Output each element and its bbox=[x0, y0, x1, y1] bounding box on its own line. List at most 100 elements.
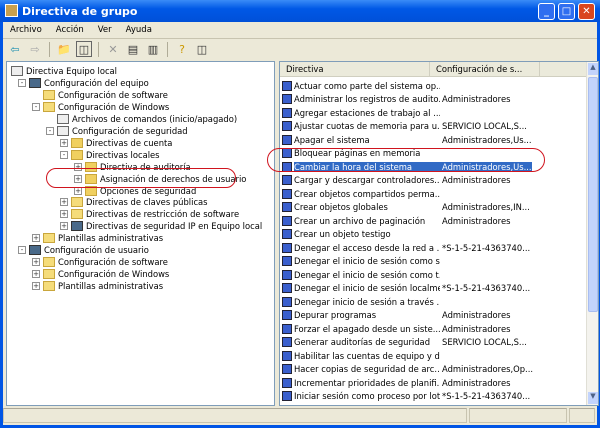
list-row[interactable]: Administrar los registros de audito... Ad… bbox=[282, 93, 588, 106]
up-folder-icon[interactable]: 📁 bbox=[56, 41, 72, 57]
minimize-button[interactable]: _ bbox=[538, 3, 555, 20]
tree-item[interactable]: Configuración de Windows bbox=[43, 268, 169, 280]
list-row[interactable]: Crear un objeto testigo bbox=[282, 228, 588, 241]
tree-item-label: Directivas locales bbox=[86, 149, 160, 160]
list-row[interactable]: Denegar el inicio de sesión como s... bbox=[282, 255, 588, 268]
column-directiva[interactable]: Directiva bbox=[280, 62, 430, 76]
tree-item[interactable]: Directivas de restricción de software bbox=[71, 208, 239, 220]
expand-toggle[interactable]: - bbox=[46, 126, 54, 135]
delete-icon[interactable]: ✕ bbox=[105, 41, 121, 57]
list-row[interactable]: Forzar el apagado desde un siste... Admin… bbox=[282, 322, 588, 335]
menu-accion[interactable]: Acción bbox=[49, 25, 91, 35]
list-row[interactable]: Actuar como parte del sistema op... bbox=[282, 79, 588, 92]
policy-name: Generar auditorías de seguridad bbox=[294, 337, 431, 347]
expand-toggle[interactable]: - bbox=[18, 246, 26, 255]
policy-icon bbox=[282, 229, 292, 239]
menu-ver[interactable]: Ver bbox=[91, 25, 119, 35]
forward-arrow-icon[interactable]: ⇨ bbox=[27, 41, 43, 57]
list-row[interactable]: Denegar el inicio de sesión como t... bbox=[282, 268, 588, 281]
list-row[interactable]: Crear un archivo de paginación Administra… bbox=[282, 214, 588, 227]
policy-name: Crear objetos compartidos perma... bbox=[294, 188, 440, 199]
policy-setting: Administradores,IN... bbox=[442, 202, 530, 212]
policy-icon bbox=[282, 323, 292, 334]
list-row[interactable]: Crear objetos compartidos perma... bbox=[282, 187, 588, 200]
list-row[interactable]: Habilitar las cuentas de equipo y d... bbox=[282, 349, 588, 362]
policy-icon bbox=[282, 215, 292, 226]
vertical-scrollbar[interactable]: ▲ ▼ bbox=[586, 62, 598, 405]
scroll-down-icon[interactable]: ▼ bbox=[588, 392, 598, 404]
expand-toggle[interactable]: + bbox=[32, 270, 40, 279]
list-row[interactable]: Denegar el acceso desde la red a ... *S-1… bbox=[282, 241, 588, 254]
list-row[interactable]: Depurar programas Administradores bbox=[282, 309, 588, 322]
tree-item[interactable]: Directivas de claves públicas bbox=[71, 196, 208, 208]
tree-item-label: Directiva Equipo local bbox=[26, 66, 118, 76]
tree-item[interactable]: Configuración del equipo bbox=[29, 77, 149, 89]
policy-setting: SERVICIO LOCAL,S... bbox=[442, 337, 527, 347]
tree-item-label: Directivas de seguridad IP en Equipo loc… bbox=[86, 221, 263, 232]
list-row[interactable]: Iniciar sesión como servicioServicio de … bbox=[282, 403, 588, 405]
folder-icon bbox=[43, 281, 55, 292]
expand-toggle[interactable]: + bbox=[60, 138, 68, 147]
help-icon[interactable]: ? bbox=[174, 41, 190, 57]
policy-setting: *S-1-5-21-4363740... bbox=[442, 391, 531, 401]
close-button[interactable]: ✕ bbox=[578, 3, 595, 20]
policy-name: Habilitar las cuentas de equipo y d... bbox=[294, 350, 440, 361]
scroll-up-icon[interactable]: ▲ bbox=[588, 63, 598, 75]
list-row[interactable]: Agregar estaciones de trabajo al ... bbox=[282, 106, 588, 119]
policy-name: Ajustar cuotas de memoria para u... bbox=[294, 121, 440, 131]
tree-item[interactable]: Directivas locales bbox=[71, 149, 160, 161]
list-row[interactable]: Cargar y descargar controladores... Admin… bbox=[282, 174, 588, 187]
list-row[interactable]: Ajustar cuotas de memoria para u... SERVI… bbox=[282, 120, 588, 133]
tree-item-label: Configuración del equipo bbox=[44, 77, 149, 88]
pc-icon bbox=[29, 77, 41, 88]
policy-name: Crear un objeto testigo bbox=[294, 229, 391, 239]
expand-toggle[interactable]: - bbox=[32, 102, 40, 111]
list-row[interactable]: Generar auditorías de seguridad SERVICIO … bbox=[282, 336, 588, 349]
policy-name: Administrar los registros de audito... bbox=[294, 94, 440, 104]
title-bar[interactable]: Directiva de grupo _ □ ✕ bbox=[0, 0, 600, 22]
console-tree-icon[interactable]: ◫ bbox=[194, 41, 210, 57]
expand-toggle[interactable]: + bbox=[32, 258, 40, 267]
tree-item[interactable]: Directiva Equipo local bbox=[11, 65, 117, 77]
tree-item[interactable]: Archivos de comandos (inicio/apagado) bbox=[57, 113, 237, 125]
properties-icon[interactable]: ▤ bbox=[125, 41, 141, 57]
export-icon[interactable]: ▥ bbox=[145, 41, 161, 57]
list-row[interactable]: Crear objetos globales Administradores,IN… bbox=[282, 201, 588, 214]
expand-toggle[interactable]: + bbox=[60, 198, 68, 207]
back-arrow-icon[interactable]: ⇦ bbox=[7, 41, 23, 57]
menu-archivo[interactable]: Archivo bbox=[3, 25, 49, 35]
list-row[interactable]: Incrementar prioridades de planifi... Adm… bbox=[282, 376, 588, 389]
tree-item[interactable]: Directivas de seguridad IP en Equipo loc… bbox=[71, 220, 262, 232]
list-row[interactable]: Denegar inicio de sesión a través ... bbox=[282, 295, 588, 308]
list-row[interactable]: Iniciar sesión como proceso por lotes *S-… bbox=[282, 390, 588, 403]
list-row[interactable]: Denegar el inicio de sesión localme... *S… bbox=[282, 282, 588, 295]
tree-item[interactable]: Configuración de software bbox=[43, 256, 168, 268]
tree-item[interactable]: Configuración de seguridad bbox=[57, 125, 188, 137]
folder-icon bbox=[43, 269, 55, 280]
tree-item[interactable]: Plantillas administrativas bbox=[43, 280, 163, 292]
policy-setting: Administradores bbox=[442, 323, 511, 334]
expand-toggle[interactable]: - bbox=[60, 150, 68, 159]
maximize-button[interactable]: □ bbox=[558, 3, 575, 20]
expand-toggle[interactable]: + bbox=[32, 282, 40, 291]
tree-item[interactable]: Configuración de usuario bbox=[29, 244, 149, 256]
expand-toggle[interactable]: - bbox=[18, 78, 26, 87]
tree-item-label: Configuración de Windows bbox=[58, 269, 170, 280]
column-configuracion[interactable]: Configuración de s... bbox=[430, 62, 540, 76]
scroll-thumb[interactable] bbox=[588, 77, 598, 312]
expand-toggle[interactable]: + bbox=[60, 210, 68, 219]
list-row[interactable]: Hacer copias de seguridad de arc... Admin… bbox=[282, 363, 588, 376]
list-row[interactable]: Apagar el sistema Administradores,Us... bbox=[282, 133, 588, 146]
policy-name: Actuar como parte del sistema op... bbox=[294, 80, 440, 91]
policy-setting: *S-1-5-21-4363740... bbox=[442, 242, 531, 253]
tree-item[interactable]: Configuración de software bbox=[43, 89, 168, 101]
tree-item[interactable]: Directivas de cuenta bbox=[71, 137, 172, 149]
menu-ayuda[interactable]: Ayuda bbox=[119, 25, 159, 35]
tree-item[interactable]: Configuración de Windows bbox=[43, 101, 169, 113]
expand-toggle[interactable]: + bbox=[32, 234, 40, 243]
highlight-ellipse-list bbox=[267, 148, 545, 172]
show-tree-icon[interactable]: ◫ bbox=[76, 41, 92, 57]
policy-icon bbox=[282, 269, 292, 280]
tree-item[interactable]: Plantillas administrativas bbox=[43, 232, 163, 244]
expand-toggle[interactable]: + bbox=[60, 222, 68, 231]
